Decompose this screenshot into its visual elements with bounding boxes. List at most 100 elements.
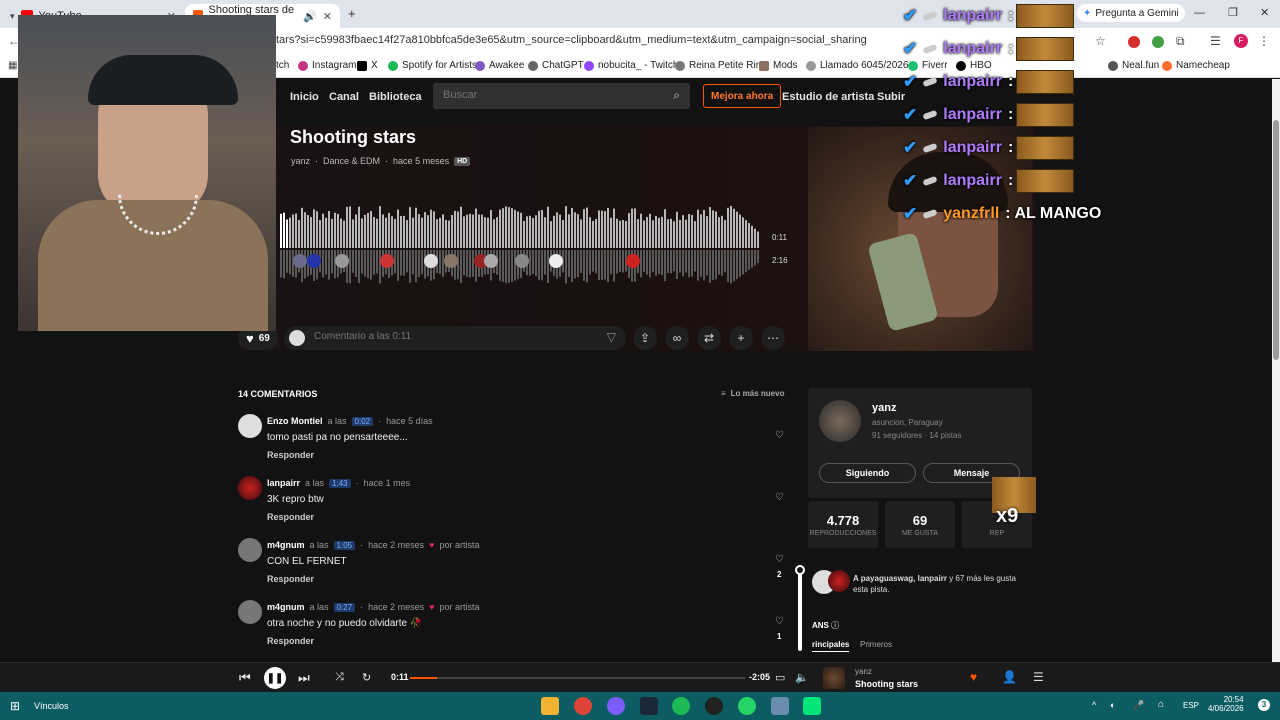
now-playing-title[interactable]: Shooting stars	[855, 679, 918, 689]
reply-button[interactable]: Responder	[267, 450, 314, 460]
likers-text[interactable]: A payaguaswag, lanpairr y 67 más les gus…	[853, 573, 1033, 595]
reply-button[interactable]: Responder	[267, 512, 314, 522]
url-field[interactable]: tars?si=c59983fbaec14f27a810bbfca5de3e65…	[276, 34, 867, 46]
comment-timestamp[interactable]: 1:43	[329, 478, 351, 488]
bookmark-item[interactable]: Reina Petite Ring	[675, 60, 767, 71]
bookmark-item[interactable]: tch	[276, 60, 289, 71]
comment-avatar[interactable]	[307, 254, 321, 268]
volume-handle[interactable]	[795, 565, 805, 575]
liker-avatar[interactable]	[828, 570, 850, 592]
search-icon[interactable]: ⌕	[673, 88, 680, 103]
comment-avatar[interactable]	[444, 254, 458, 268]
following-button[interactable]: Siguiendo	[819, 463, 916, 483]
bookmark-item[interactable]: Spotify for Artists	[388, 60, 477, 71]
artist-name[interactable]: yanz	[872, 402, 896, 414]
comment-user[interactable]: lanpairr	[267, 478, 300, 488]
bookmark-item[interactable]: nobucita_ - Twitch	[584, 60, 678, 71]
nav-upload[interactable]: Subir	[877, 91, 905, 103]
comment-input[interactable]	[314, 331, 594, 342]
comment-timestamp[interactable]: 1:05	[333, 540, 356, 550]
comment-user[interactable]: m4gnum	[267, 602, 305, 612]
kick-icon[interactable]	[803, 697, 821, 715]
comment-avatar[interactable]	[626, 254, 640, 268]
tray-app-icon[interactable]: ◐	[1110, 700, 1115, 710]
comment-avatar[interactable]	[549, 254, 563, 268]
artist-avatar[interactable]	[819, 400, 861, 442]
next-button[interactable]: ⏭	[298, 670, 310, 686]
playlist-icon[interactable]: ☰	[1033, 670, 1044, 684]
scrollbar-thumb[interactable]	[1273, 120, 1279, 360]
more-button[interactable]: ⋯	[761, 326, 785, 350]
bookmark-item[interactable]: Mods	[759, 60, 797, 71]
comment-timestamp[interactable]: 0:27	[333, 602, 356, 612]
file-explorer-icon[interactable]	[541, 697, 559, 715]
comment-timestamp[interactable]: 0:02	[351, 416, 374, 426]
follow-user-icon[interactable]: 👤	[1002, 670, 1017, 684]
previous-button[interactable]: ⏮	[239, 670, 251, 686]
comment-avatar[interactable]	[293, 254, 307, 268]
links-toolbar[interactable]: Vínculos	[34, 701, 69, 711]
comment-avatar[interactable]	[335, 254, 349, 268]
comment-like-icon[interactable]: ♡	[775, 492, 784, 503]
whatsapp-icon[interactable]	[738, 697, 756, 715]
comment-avatar[interactable]	[238, 538, 262, 562]
app-icon[interactable]	[771, 697, 789, 715]
like-heart-icon[interactable]: ♥	[970, 670, 977, 684]
reply-button[interactable]: Responder	[267, 574, 314, 584]
tab-first-fans[interactable]: Primeros	[860, 640, 892, 649]
send-icon[interactable]: ▽	[607, 330, 616, 344]
volume-slider[interactable]	[795, 563, 805, 653]
now-playing-artwork[interactable]	[823, 667, 845, 689]
progress-bar[interactable]	[410, 677, 745, 679]
close-window-button[interactable]: ✕	[1260, 6, 1269, 19]
windows-start-icon[interactable]: ⊞	[10, 699, 20, 713]
reading-list-icon[interactable]: ☰	[1210, 34, 1221, 48]
upgrade-button[interactable]: Mejora ahora	[703, 84, 782, 108]
bookmark-item[interactable]: Llamado 6045/2026...	[806, 60, 917, 71]
repeat-button[interactable]: ↻	[362, 671, 371, 684]
comment-avatar[interactable]	[424, 254, 438, 268]
bookmark-item[interactable]: Instagram	[298, 60, 356, 71]
new-tab-button[interactable]: +	[348, 6, 356, 21]
audio-icon[interactable]: 🔊	[303, 10, 317, 23]
discord-icon[interactable]	[607, 697, 625, 715]
language-indicator[interactable]: ESP	[1183, 701, 1199, 710]
repost-button[interactable]: ⇄	[697, 326, 721, 350]
waveform[interactable]	[280, 200, 790, 295]
nav-artist-studio[interactable]: Estudio de artista	[782, 91, 874, 103]
track-genre[interactable]: Dance & EDM	[323, 156, 380, 166]
menu-kebab-icon[interactable]: ⋮	[1258, 34, 1270, 48]
steam-icon[interactable]	[640, 697, 658, 715]
comment-avatar[interactable]	[238, 414, 262, 438]
comment-user[interactable]: Enzo Montiel	[267, 416, 323, 426]
bookmark-item[interactable]: ChatGPT	[528, 60, 584, 71]
notification-badge[interactable]: 3	[1258, 699, 1270, 711]
comment-avatar[interactable]	[515, 254, 529, 268]
chrome-icon[interactable]	[574, 697, 592, 715]
sort-dropdown[interactable]: ≡ Lo más nuevo	[721, 389, 784, 398]
close-tab-icon[interactable]: ✕	[323, 10, 332, 23]
share-button[interactable]: ⇪	[633, 326, 657, 350]
info-icon[interactable]: ⓘ	[831, 621, 839, 630]
tab-list-icon[interactable]: ▾	[10, 11, 15, 22]
spotify-icon[interactable]	[672, 697, 690, 715]
search-input[interactable]	[443, 89, 663, 101]
nav-library[interactable]: Biblioteca	[369, 91, 422, 103]
comment-user[interactable]: m4gnum	[267, 540, 305, 550]
profile-avatar[interactable]: F	[1234, 34, 1248, 48]
volume-icon[interactable]: 🔈	[795, 671, 809, 684]
tray-chevron-icon[interactable]: ^	[1092, 700, 1096, 710]
network-icon[interactable]: ⌂	[1158, 699, 1164, 710]
comment-like-icon[interactable]: ♡	[775, 430, 784, 441]
maximize-button[interactable]: ❐	[1228, 6, 1238, 19]
clock[interactable]: 20:54 4/06/2026	[1208, 695, 1244, 713]
bookmark-item[interactable]: X	[357, 60, 378, 71]
comment-avatar[interactable]	[484, 254, 498, 268]
add-to-playlist-button[interactable]: +	[729, 326, 753, 350]
reply-button[interactable]: Responder	[267, 636, 314, 646]
app-icon[interactable]	[705, 697, 723, 715]
shuffle-button[interactable]: ⤨	[335, 671, 344, 684]
nav-feed[interactable]: Canal	[329, 91, 359, 103]
apps-grid-icon[interactable]: ▦	[8, 60, 17, 71]
comment-avatar[interactable]	[238, 476, 262, 500]
